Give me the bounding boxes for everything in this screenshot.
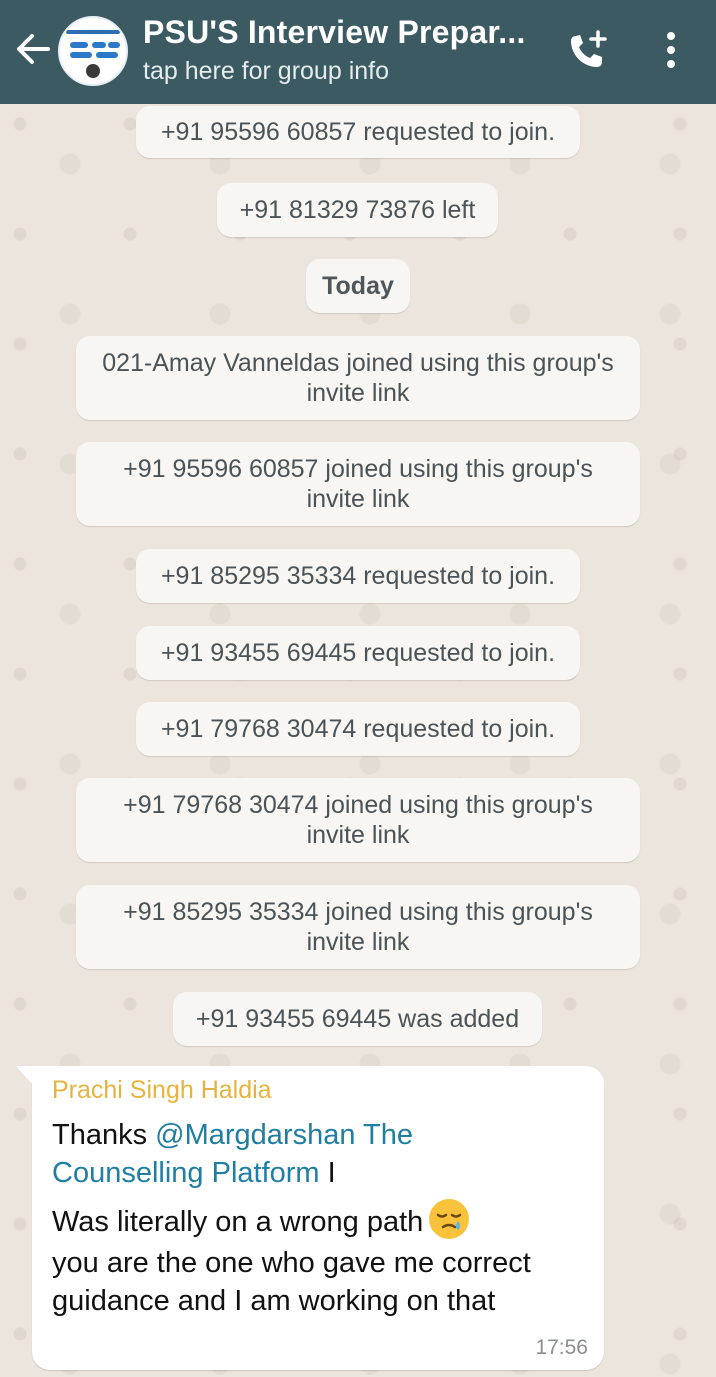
message-line: Counselling Platform I: [52, 1154, 336, 1192]
group-avatar[interactable]: [58, 16, 128, 86]
mention-link[interactable]: Counselling Platform: [52, 1157, 320, 1189]
system-message: +91 79768 30474 joined using this group'…: [76, 778, 640, 862]
system-message: +91 81329 73876 left: [217, 183, 498, 237]
message-text: I: [319, 1157, 336, 1189]
group-title: PSU'S Interview Prepar...: [143, 14, 526, 50]
add-call-icon[interactable]: [566, 28, 610, 72]
message-bubble[interactable]: Prachi Singh Haldia Thanks @Margdarshan …: [32, 1066, 604, 1370]
message-line: Was literally on a wrong path: [52, 1199, 470, 1241]
back-arrow-icon[interactable]: [14, 30, 52, 68]
message-time: 17:56: [535, 1336, 588, 1359]
chat-header[interactable]: PSU'S Interview Prepar... tap here for g…: [0, 0, 716, 104]
system-message: +91 93455 69445 requested to join.: [136, 626, 580, 680]
message-line: you are the one who gave me correct: [52, 1247, 531, 1279]
sender-name[interactable]: Prachi Singh Haldia: [52, 1076, 272, 1105]
message-text: Was literally on a wrong path: [52, 1206, 424, 1238]
mention-link[interactable]: @Margdarshan The: [155, 1119, 413, 1151]
more-options-icon[interactable]: [656, 28, 686, 72]
system-message: +91 93455 69445 was added: [173, 992, 542, 1046]
system-message: +91 85295 35334 joined using this group'…: [76, 885, 640, 969]
system-message: +91 85295 35334 requested to join.: [136, 549, 580, 603]
group-subtitle: tap here for group info: [143, 57, 389, 85]
sleepy-face-icon: [429, 1199, 470, 1239]
message-line: guidance and I am working on that: [52, 1285, 496, 1317]
system-message: +91 95596 60857 joined using this group'…: [76, 442, 640, 526]
group-info[interactable]: PSU'S Interview Prepar... tap here for g…: [143, 12, 543, 88]
system-message: 021-Amay Vanneldas joined using this gro…: [76, 336, 640, 420]
message-text: Thanks: [52, 1119, 156, 1151]
message-line: Thanks @Margdarshan The: [52, 1116, 413, 1154]
date-separator: Today: [306, 259, 410, 313]
system-message: +91 95596 60857 requested to join.: [136, 106, 580, 158]
system-message: +91 79768 30474 requested to join.: [136, 702, 580, 756]
